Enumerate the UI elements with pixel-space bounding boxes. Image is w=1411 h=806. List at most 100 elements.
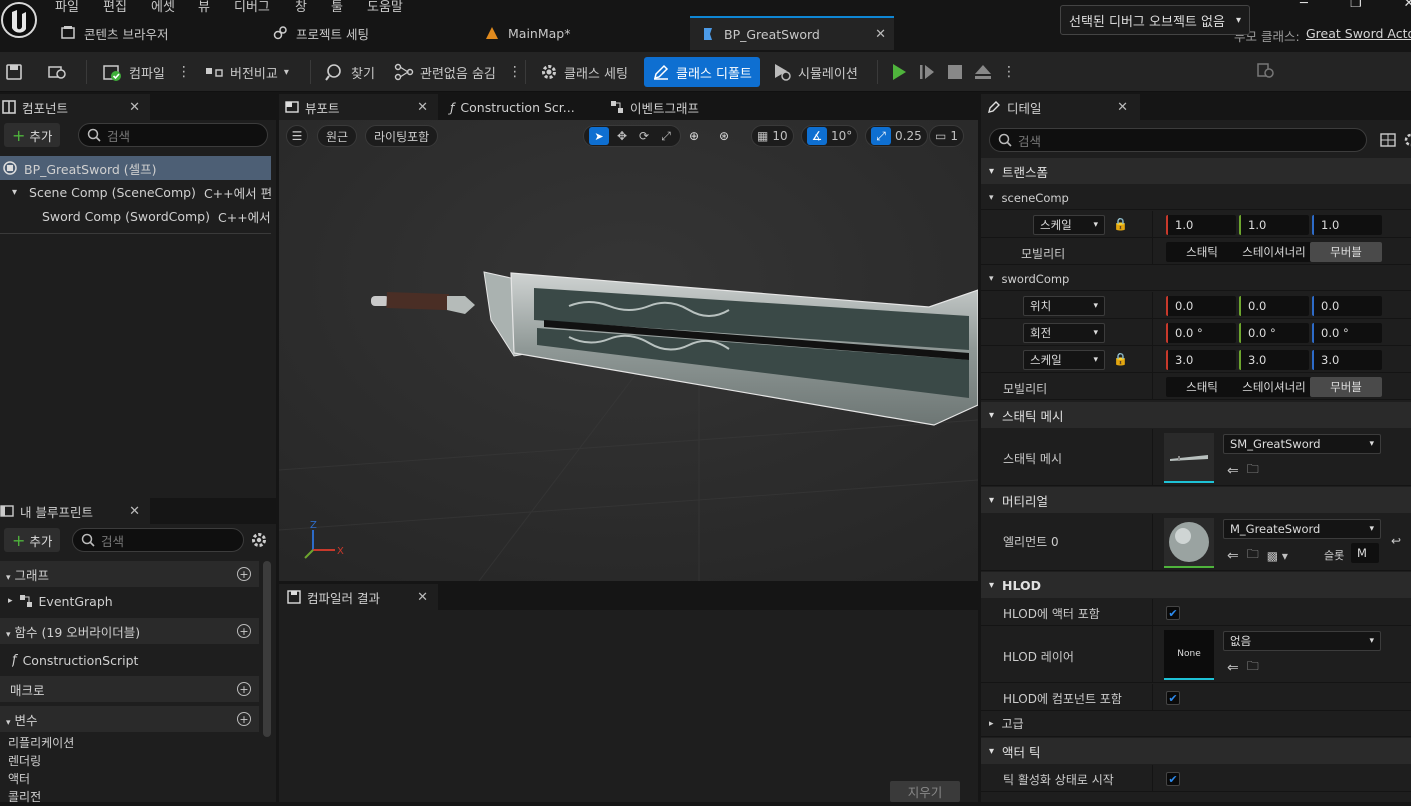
translate-icon[interactable]: ✥ xyxy=(613,129,631,143)
close-panel-icon[interactable]: ✕ xyxy=(129,504,140,519)
find-button[interactable]: 찾기 xyxy=(325,52,375,92)
close-panel-icon[interactable]: ✕ xyxy=(1117,100,1128,115)
menu-tools[interactable]: 툴 xyxy=(331,0,343,15)
stop-icon[interactable] xyxy=(946,63,964,81)
actor-tick-category-header[interactable]: ▾ 액터 틱 xyxy=(981,738,1411,764)
rotation-mode-dropdown[interactable]: 회전 ▾ xyxy=(1023,323,1105,343)
close-tab-icon[interactable]: ✕ xyxy=(417,100,428,115)
mobility-stationary-option[interactable]: 스테이셔너리 xyxy=(1238,242,1310,262)
scale-z-field[interactable]: 1.0 xyxy=(1312,215,1382,235)
close-tab-icon[interactable]: ✕ xyxy=(417,590,428,605)
mobility-movable-option[interactable]: 무버블 xyxy=(1310,377,1382,397)
close-window-icon[interactable]: ✕ xyxy=(1403,0,1411,11)
minimize-icon[interactable]: ─ xyxy=(1300,0,1308,11)
compile-button[interactable]: 컴파일 ⋮ xyxy=(101,52,191,92)
lock-icon[interactable]: 🔒 xyxy=(1113,352,1128,366)
mobility-movable-option[interactable]: 무버블 xyxy=(1310,242,1382,262)
menu-file[interactable]: 파일 xyxy=(55,0,79,15)
components-tab[interactable]: 컴포넌트 ✕ xyxy=(0,94,150,120)
class-defaults-button[interactable]: 클래스 디폴트 xyxy=(644,57,760,87)
menu-debug[interactable]: 디버그 xyxy=(234,0,270,15)
select-mode-icon[interactable]: ➤ xyxy=(589,127,609,145)
tab-content-browser[interactable]: 콘텐츠 브라우저 xyxy=(60,16,168,50)
scale-snap-control[interactable]: ⤢ 0.25 xyxy=(865,125,928,147)
tab-compiler-results[interactable]: 컴파일러 결과 ✕ xyxy=(279,584,438,610)
component-tree-root[interactable]: BP_GreatSword (셀프) xyxy=(0,156,271,180)
variable-category-item[interactable]: 렌더링 xyxy=(8,752,74,770)
menu-asset[interactable]: 에셋 xyxy=(151,0,175,15)
clear-button[interactable]: 지우기 xyxy=(890,781,960,802)
macros-section-header[interactable]: 매크로 + xyxy=(0,676,259,702)
advanced-subheader[interactable]: ▸ 고급 xyxy=(981,711,1411,737)
browse-button[interactable] xyxy=(47,52,69,92)
scale-z-field[interactable]: 3.0 xyxy=(1312,350,1382,370)
scene-comp-subheader[interactable]: ▾ sceneComp xyxy=(981,186,1411,210)
more-options-icon[interactable]: ⋮ xyxy=(508,64,522,80)
eject-icon[interactable] xyxy=(974,63,992,81)
component-tree-item[interactable]: ▾ Scene Comp (SceneComp) C++에서 편 xyxy=(12,180,271,204)
menu-help[interactable]: 도움말 xyxy=(367,0,403,15)
tab-main-map[interactable]: MainMap* xyxy=(484,16,570,50)
scale-icon[interactable]: ⤢ xyxy=(657,129,675,144)
mobility-static-option[interactable]: 스태틱 xyxy=(1166,242,1238,262)
surface-snap-toggle[interactable]: ⊛ xyxy=(719,125,729,147)
debug-filter-icon[interactable] xyxy=(1256,62,1276,80)
slot-field[interactable]: M xyxy=(1351,543,1379,563)
location-y-field[interactable]: 0.0 xyxy=(1239,296,1309,316)
tab-event-graph[interactable]: 이벤트그래프 xyxy=(610,94,699,120)
class-settings-button[interactable]: 클래스 세팅 xyxy=(540,52,628,92)
scale-y-field[interactable]: 3.0 xyxy=(1239,350,1309,370)
variable-category-item[interactable]: 액터 xyxy=(8,770,74,788)
location-mode-dropdown[interactable]: 위치 ▾ xyxy=(1023,296,1105,316)
tab-details[interactable]: 디테일 ✕ xyxy=(981,94,1140,120)
scale-x-field[interactable]: 1.0 xyxy=(1166,215,1236,235)
use-selected-icon[interactable]: ⇐ xyxy=(1227,660,1239,676)
hide-unrelated-button[interactable]: 관련없음 숨김 ⋮ xyxy=(394,52,522,92)
add-blueprint-item-button[interactable]: + 추가 xyxy=(4,528,61,552)
variables-section-header[interactable]: ▾ 변수 + xyxy=(0,706,259,732)
add-function-icon[interactable]: + xyxy=(237,624,251,638)
lock-icon[interactable]: 🔒 xyxy=(1113,217,1128,231)
rotation-snap-control[interactable]: ∡ 10° xyxy=(801,125,859,147)
material-thumbnail[interactable] xyxy=(1164,518,1214,568)
menu-window[interactable]: 창 xyxy=(295,0,307,15)
add-component-button[interactable]: + 추가 xyxy=(4,123,61,147)
my-blueprint-tab[interactable]: 내 블루프린트 ✕ xyxy=(0,498,150,524)
location-x-field[interactable]: 0.0 xyxy=(1166,296,1236,316)
camera-speed-control[interactable]: ▭ 1 xyxy=(929,125,964,147)
close-tab-icon[interactable]: ✕ xyxy=(875,27,886,42)
construction-script-item[interactable]: ƒ ConstructionScript xyxy=(12,648,258,672)
settings-gear-icon[interactable] xyxy=(250,531,268,549)
lighting-mode-button[interactable]: 라이팅포함 xyxy=(365,125,439,147)
sword-comp-subheader[interactable]: ▾ swordComp xyxy=(981,267,1411,291)
diff-button[interactable]: 버전비교 ▾ xyxy=(204,52,289,92)
browse-asset-icon[interactable]: 🗀 xyxy=(1247,657,1259,678)
checker-icon[interactable]: ▩ ▾ xyxy=(1267,549,1288,563)
event-graph-item[interactable]: ▸ EventGraph xyxy=(8,589,258,613)
parent-class-link[interactable]: Great Sword Actor xyxy=(1306,26,1411,41)
mobility-toggle[interactable]: 스태틱 스테이셔너리 무버블 xyxy=(1166,242,1382,262)
graphs-section-header[interactable]: ▾ 그래프 + xyxy=(0,561,259,587)
browse-asset-icon[interactable]: 🗀 xyxy=(1247,545,1259,566)
close-panel-icon[interactable]: ✕ xyxy=(129,100,140,115)
hlod-layer-thumbnail[interactable]: None xyxy=(1164,630,1214,680)
play-options-icon[interactable]: ⋮ xyxy=(1002,64,1016,80)
static-mesh-dropdown[interactable]: SM_GreatSword ▾ xyxy=(1223,434,1381,454)
scale-mode-dropdown[interactable]: 스케일 ▾ xyxy=(1033,215,1105,235)
mobility-toggle[interactable]: 스태틱 스테이셔너리 무버블 xyxy=(1166,377,1382,397)
maximize-icon[interactable]: ❐ xyxy=(1350,0,1362,11)
settings-gear-icon[interactable] xyxy=(1402,132,1411,148)
variable-category-item[interactable]: 콜리전 xyxy=(8,788,74,806)
rotation-x-field[interactable]: 0.0 ° xyxy=(1166,323,1236,343)
tab-viewport[interactable]: 뷰포트 ✕ xyxy=(279,94,438,120)
functions-section-header[interactable]: ▾ 함수 (19 오버라이더블) + xyxy=(0,618,259,644)
scale-y-field[interactable]: 1.0 xyxy=(1239,215,1309,235)
rotation-z-field[interactable]: 0.0 ° xyxy=(1312,323,1382,343)
tab-bp-greatsword[interactable]: BP_GreatSword ✕ xyxy=(690,16,894,50)
details-search-input[interactable]: 검색 xyxy=(989,128,1367,152)
debug-object-select[interactable]: 선택된 디버그 오브젝트 없음 ▾ xyxy=(1060,5,1250,35)
scrollbar[interactable] xyxy=(263,561,271,737)
property-matrix-icon[interactable] xyxy=(1380,132,1396,148)
mobility-static-option[interactable]: 스태틱 xyxy=(1166,377,1238,397)
tick-start-enabled-checkbox[interactable]: ✔ xyxy=(1166,772,1180,786)
